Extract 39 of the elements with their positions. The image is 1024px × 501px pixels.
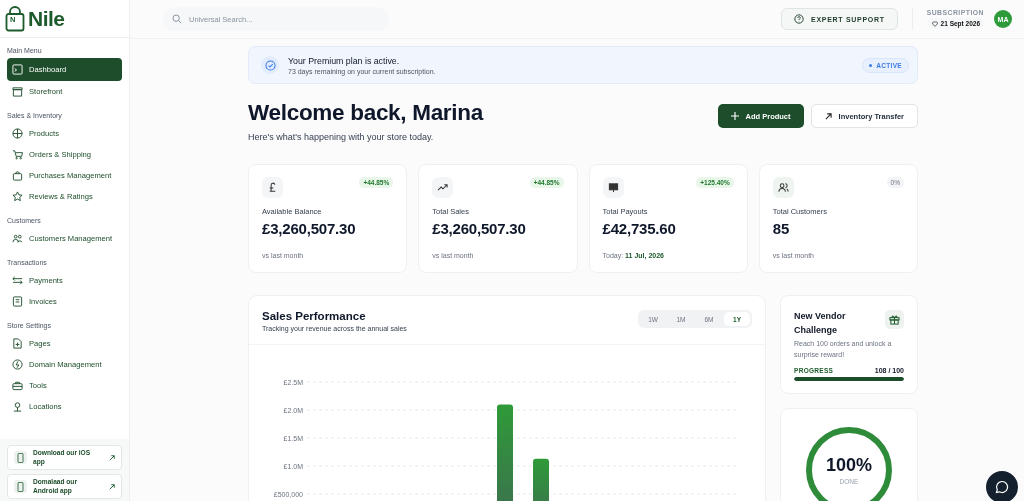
people-icon xyxy=(777,182,789,193)
completion-value: 100% xyxy=(825,455,872,476)
cart-icon xyxy=(12,149,23,160)
star-icon xyxy=(12,191,23,202)
store-icon xyxy=(12,86,23,97)
check-circle-icon xyxy=(264,59,276,71)
arrow-icon xyxy=(824,112,832,120)
phone-icon xyxy=(17,452,24,463)
external-link-icon xyxy=(109,483,115,490)
pin-icon xyxy=(12,401,23,412)
welcome-title: Welcome back, Marina xyxy=(248,100,483,126)
gift-icon xyxy=(889,314,900,325)
stat-value: £3,260,507.30 xyxy=(432,220,527,237)
chat-button[interactable] xyxy=(986,471,1018,501)
chat-icon xyxy=(995,480,1009,494)
challenge-title: New Vendor Challenge xyxy=(794,310,847,337)
bag-icon xyxy=(12,170,23,181)
help-icon xyxy=(794,14,805,24)
plus-icon xyxy=(730,112,739,120)
phone-icon xyxy=(17,481,24,492)
trend-icon xyxy=(437,182,449,193)
bar xyxy=(533,458,549,501)
logo-text: Nile xyxy=(28,6,65,31)
swap-icon xyxy=(12,275,23,286)
chart-title: Sales Performance xyxy=(262,310,367,322)
search-icon xyxy=(172,14,182,24)
heart-icon xyxy=(931,20,938,27)
pound-icon xyxy=(267,182,278,193)
invoice-icon xyxy=(12,296,23,307)
page-icon xyxy=(12,338,23,349)
stat-value: £42,735.60 xyxy=(602,220,677,237)
board-icon xyxy=(607,182,619,193)
logo-icon xyxy=(5,5,25,32)
welcome-subtitle: Here's what's happening with your store today. xyxy=(248,132,435,142)
users-icon xyxy=(12,233,23,244)
banner-title: Your Premium plan is active. xyxy=(288,55,401,66)
stat-value: £3,260,507.30 xyxy=(262,220,357,237)
stat-value: 85 xyxy=(772,220,791,237)
external-link-icon xyxy=(109,454,115,461)
